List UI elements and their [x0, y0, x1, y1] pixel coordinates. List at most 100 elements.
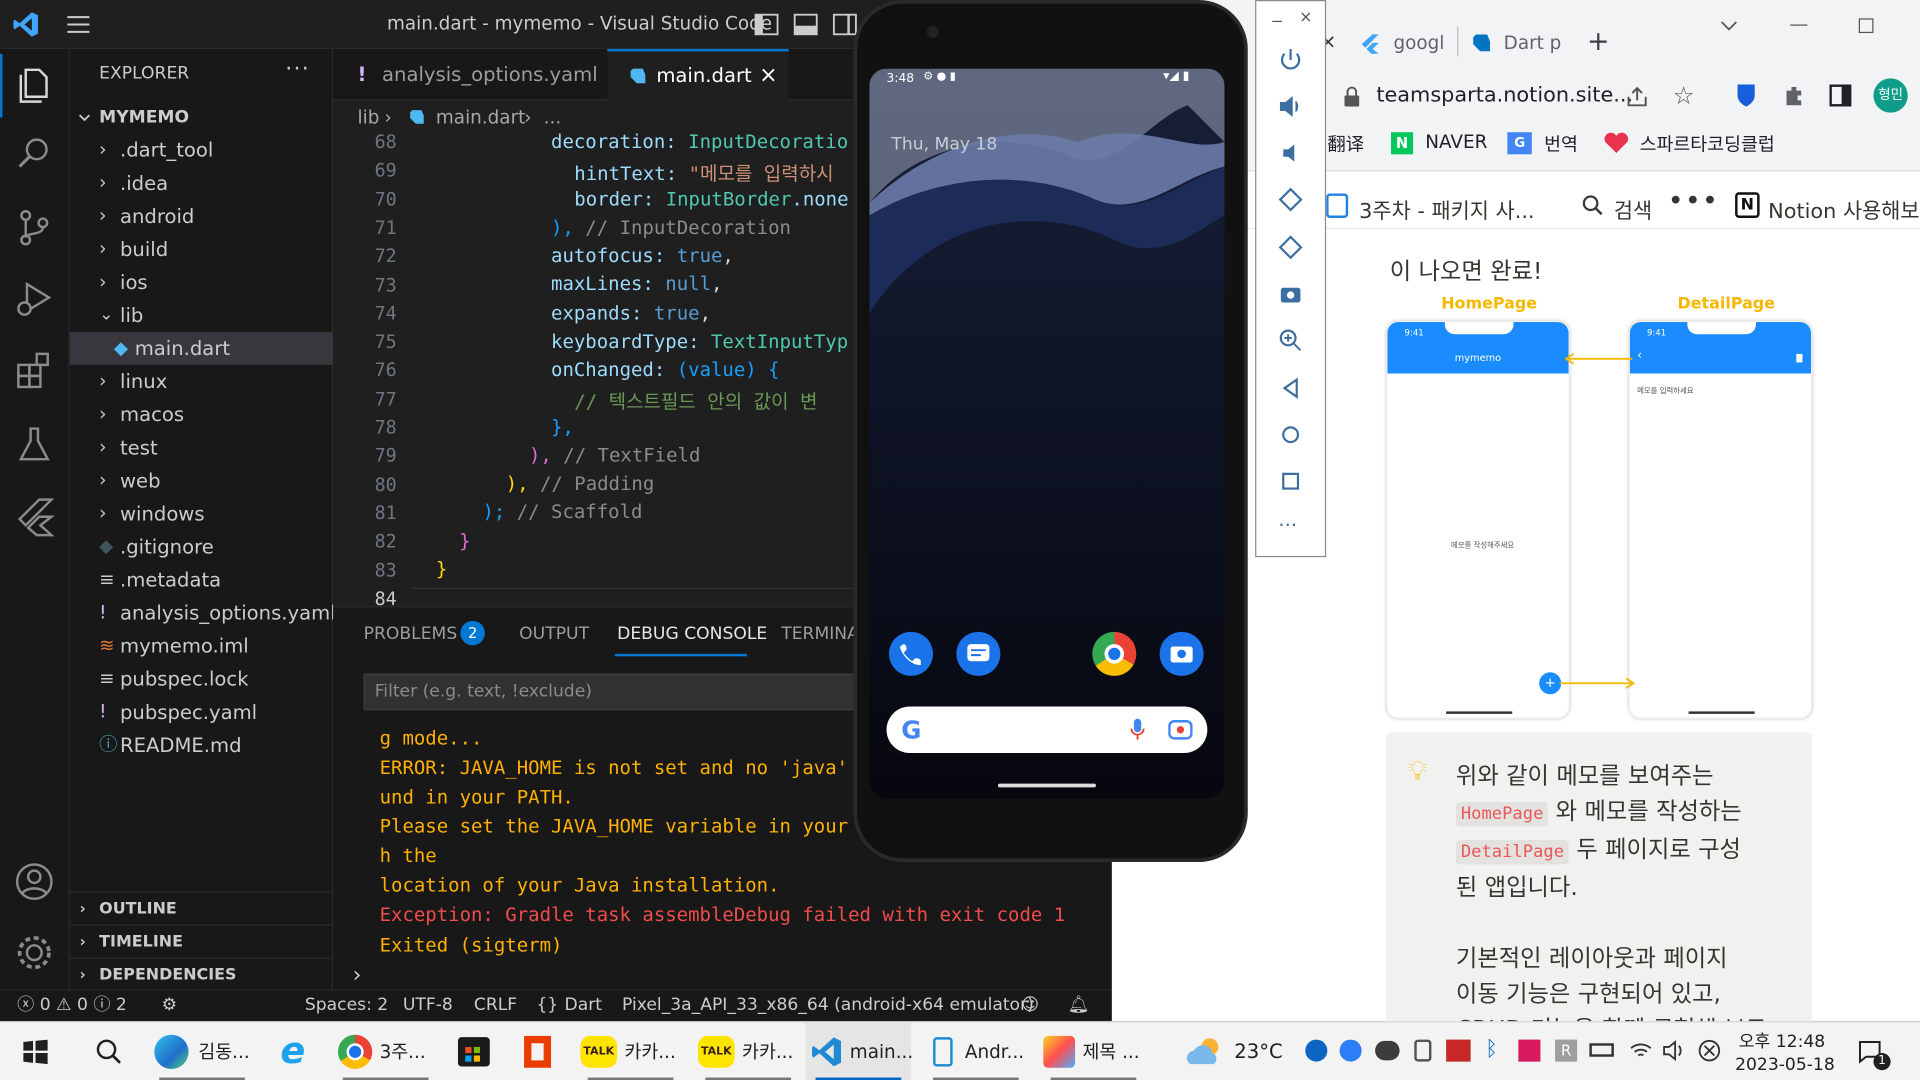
port-icon[interactable]: ⚙ [162, 991, 177, 1022]
taskbar-app-android-emulator[interactable]: Andr... [926, 1022, 1029, 1080]
tree-item[interactable]: › windows [70, 497, 333, 530]
taskbar-app-ie[interactable]: e [276, 1022, 320, 1080]
zoom-icon[interactable] [1277, 327, 1304, 354]
screenshot-camera-icon[interactable] [1277, 280, 1304, 307]
notifications-bell-icon[interactable]: 🔔︎ [1068, 991, 1090, 1022]
more-options-icon[interactable]: ··· [1278, 513, 1297, 536]
timeline-section[interactable]: › TIMELINE [69, 924, 334, 957]
tray-device-icon[interactable] [1414, 1039, 1432, 1062]
accounts-icon[interactable] [12, 860, 56, 904]
notion-search-icon[interactable] [1582, 195, 1604, 217]
taskbar-app-kakao-2[interactable]: TALK 카카... [693, 1022, 806, 1080]
phone-camera-icon[interactable] [1159, 631, 1204, 676]
bookmark-translate[interactable]: 翻译 [1327, 131, 1364, 157]
tree-item[interactable]: › .dart_tool [70, 133, 333, 166]
taskbar-app-chrome[interactable]: 3주... [331, 1022, 444, 1080]
tree-item[interactable]: › macos [70, 398, 333, 431]
notion-search-label[interactable]: 검색 [1614, 193, 1652, 224]
tree-item[interactable]: ◆ main.dart [69, 331, 334, 365]
side-panel-icon[interactable] [1829, 84, 1852, 107]
outline-section[interactable]: › OUTLINE [69, 891, 334, 924]
phone-screen[interactable]: 3:48 ⚙ ● ▮ ▾◢ ▮ Thu, May 18 G [869, 68, 1225, 799]
tree-item[interactable]: ! pubspec.yaml [70, 696, 333, 729]
toggle-secondary-sidebar-icon[interactable] [832, 13, 857, 36]
lock-icon[interactable] [1343, 86, 1360, 108]
bookmark-translate-kr[interactable]: 번역 [1544, 131, 1578, 157]
emulator-close-icon[interactable]: × [1299, 9, 1312, 27]
extensions-puzzle-icon[interactable] [1782, 83, 1806, 107]
eol-status[interactable]: CRLF [474, 991, 517, 1022]
home-circle-icon[interactable] [1277, 421, 1304, 448]
tray-edge-icon[interactable] [1305, 1039, 1328, 1062]
source-control-icon[interactable] [12, 206, 56, 250]
console-prompt-icon[interactable]: › [353, 962, 362, 988]
volume-up-icon[interactable] [1277, 93, 1304, 120]
tray-bluetooth-app-icon[interactable] [1339, 1039, 1362, 1062]
power-icon[interactable] [1277, 47, 1304, 74]
language-status[interactable]: Dart [564, 991, 601, 1022]
testing-flask-icon[interactable] [12, 422, 56, 466]
tree-item[interactable]: ≡ pubspec.lock [70, 662, 333, 695]
tray-antivirus-icon[interactable] [1446, 1039, 1471, 1062]
back-triangle-icon[interactable] [1277, 375, 1304, 402]
toggle-panel-icon[interactable] [793, 13, 818, 36]
settings-gear-icon[interactable] [12, 931, 56, 975]
browser-tab-google[interactable]: googl [1349, 20, 1449, 67]
tree-item[interactable]: › linux [70, 365, 333, 398]
tree-item[interactable]: ! analysis_options.yaml [70, 596, 335, 629]
taskbar-app-vscode[interactable]: main... [805, 1022, 913, 1080]
tree-item[interactable]: ⓘ README.md [70, 729, 333, 762]
panel-tab-debug-console[interactable]: DEBUG CONSOLE [617, 624, 767, 644]
project-header[interactable]: MYMEMO [70, 103, 333, 132]
phone-chrome-icon[interactable] [1092, 631, 1137, 676]
indentation-status[interactable]: Spaces: 2 [305, 991, 388, 1022]
windows-start-icon[interactable] [23, 1039, 48, 1065]
flutter-icon[interactable] [12, 495, 56, 539]
clock-time[interactable]: 오후 12:48 [1739, 1029, 1825, 1053]
weather-cloudy-icon[interactable] [1183, 1035, 1227, 1069]
tray-app-icon[interactable] [1518, 1039, 1541, 1062]
notion-more-icon[interactable]: ••• [1668, 186, 1719, 217]
tree-item[interactable]: › web [70, 464, 333, 497]
taskbar-app-edge[interactable]: 김동... [147, 1022, 257, 1080]
rotate-right-icon[interactable] [1277, 234, 1304, 261]
bookmark-star-icon[interactable]: ☆ [1673, 81, 1695, 110]
toggle-sidebar-icon[interactable] [754, 13, 779, 36]
notion-try-link[interactable]: Notion 사용해보 [1768, 193, 1919, 224]
volume-down-icon[interactable] [1277, 140, 1304, 167]
breadcrumb-lib[interactable]: lib [358, 103, 380, 132]
run-debug-icon[interactable] [12, 277, 56, 321]
tray-bluetooth-icon[interactable]: ᛒ [1485, 1037, 1497, 1061]
tab-search-chevron-icon[interactable] [1720, 20, 1737, 32]
new-tab-plus-icon[interactable]: + [1587, 27, 1610, 58]
wifi-icon[interactable] [1629, 1038, 1653, 1062]
phone-messages-icon[interactable] [956, 631, 1001, 676]
panel-tab-problems[interactable]: PROBLEMS [364, 624, 458, 644]
clock-date[interactable]: 2023-05-18 [1735, 1056, 1835, 1076]
speaker-icon[interactable] [1662, 1038, 1686, 1062]
phone-dialer-icon[interactable] [888, 631, 934, 676]
phone-google-search-bar[interactable]: G [886, 706, 1208, 754]
explorer-more-icon[interactable]: ··· [285, 56, 310, 82]
bookmark-naver[interactable]: NAVER [1425, 131, 1487, 153]
browser-tab-dart[interactable]: Dart p [1464, 20, 1564, 67]
extensions-icon[interactable] [12, 349, 56, 393]
window-maximize-icon[interactable] [1858, 18, 1874, 34]
profile-avatar[interactable]: 형민 [1873, 78, 1908, 113]
input-method-icon[interactable] [1697, 1038, 1721, 1062]
tray-kakao-icon[interactable] [1375, 1040, 1400, 1061]
menu-icon[interactable] [66, 15, 90, 35]
taskbar-app-kakao-1[interactable]: TALK 카카... [576, 1022, 689, 1080]
rotate-left-icon[interactable] [1277, 186, 1304, 213]
bookmark-sparta[interactable]: 스파르타코딩클럽 [1640, 131, 1775, 157]
taskbar-search-icon[interactable] [96, 1038, 123, 1065]
tree-item[interactable]: ◆ .gitignore [70, 530, 333, 563]
tree-item[interactable]: › ios [70, 266, 333, 299]
google-lens-icon[interactable] [1168, 719, 1193, 741]
encoding-status[interactable]: UTF-8 [403, 991, 453, 1022]
taskbar-app-store[interactable] [453, 1022, 497, 1080]
tree-item[interactable]: › test [70, 431, 333, 464]
breadcrumb-file[interactable]: main.dart [436, 103, 525, 132]
close-tab-icon[interactable]: × [759, 50, 777, 101]
panel-tab-terminal[interactable]: TERMINA [781, 624, 859, 644]
